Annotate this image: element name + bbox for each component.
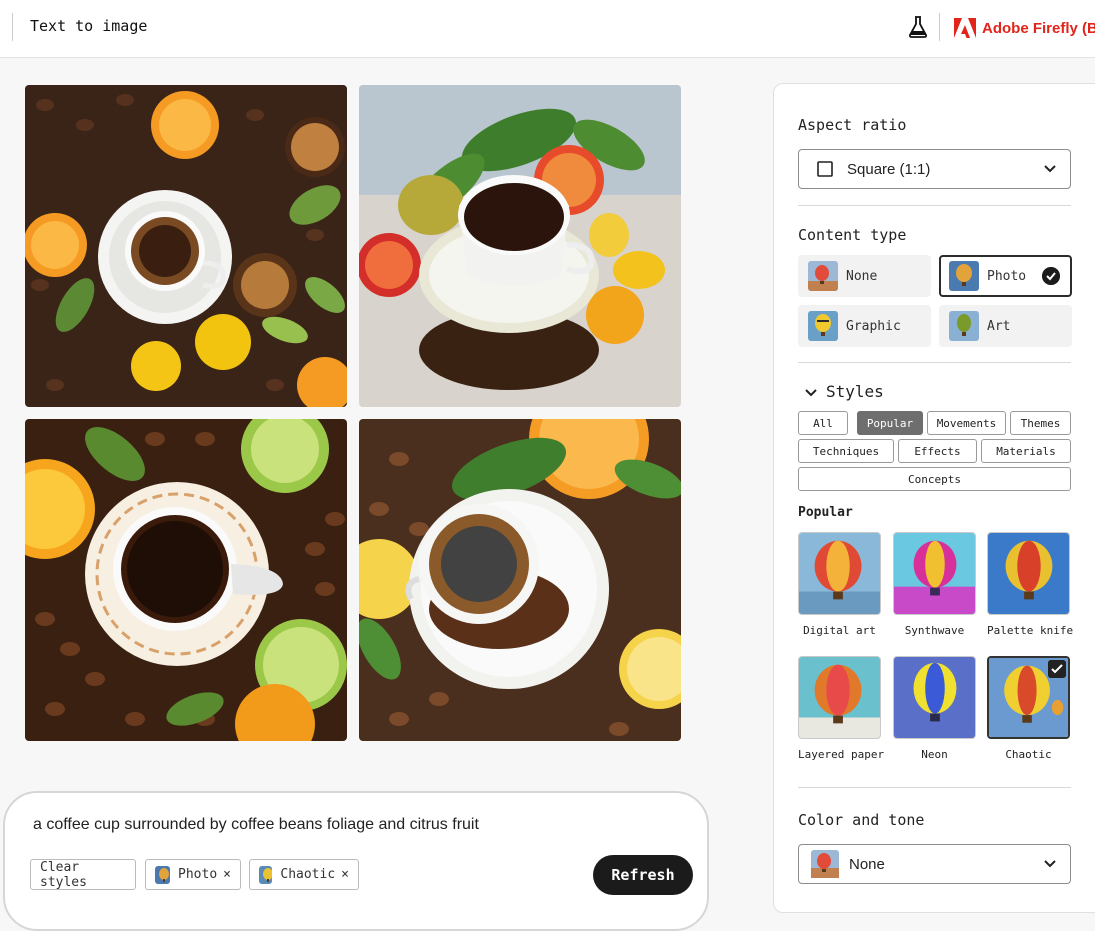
top-bar: Text to image Adobe Firefly (Be [0, 0, 1095, 58]
divider [798, 362, 1071, 363]
divider [12, 13, 13, 41]
style-layered-paper[interactable]: Layered paper [798, 656, 885, 761]
filter-movements[interactable]: Movements [927, 411, 1006, 435]
square-icon [817, 161, 833, 177]
balloon-thumbnail-icon [987, 532, 1070, 615]
tile-label: Neon [921, 748, 948, 761]
page-title: Text to image [30, 17, 148, 35]
filter-all[interactable]: All [798, 411, 848, 435]
balloon-thumbnail-icon [949, 311, 979, 341]
style-digital-art[interactable]: Digital art [798, 532, 881, 637]
style-neon[interactable]: Neon [893, 656, 976, 761]
divider [798, 787, 1071, 788]
close-icon[interactable]: × [341, 867, 349, 882]
option-label: Graphic [846, 318, 901, 334]
option-label: Art [987, 318, 1011, 334]
balloon-thumbnail-icon [155, 865, 171, 884]
dropdown-value: Square (1:1) [847, 160, 931, 178]
balloon-thumbnail-icon [798, 532, 881, 615]
brand[interactable]: Adobe Firefly (Be [954, 17, 1095, 39]
color-tone-label: Color and tone [798, 811, 925, 829]
balloon-thumbnail-icon [949, 261, 979, 291]
chevron-down-icon [805, 388, 817, 396]
popular-label: Popular [798, 505, 853, 520]
balloon-thumbnail-icon [893, 656, 976, 739]
balloon-thumbnail-icon [811, 850, 839, 878]
adobe-logo-icon [954, 18, 976, 38]
chevron-down-icon [1044, 165, 1056, 173]
tile-label: Synthwave [904, 624, 965, 637]
generated-image-1[interactable] [25, 85, 347, 407]
chip-label: Clear styles [40, 859, 87, 890]
style-chaotic[interactable]: Chaotic [987, 656, 1070, 761]
option-label: Photo [987, 268, 1027, 284]
close-icon[interactable]: × [223, 867, 231, 882]
check-icon [1048, 660, 1066, 678]
aspect-ratio-dropdown[interactable]: Square (1:1) [798, 149, 1071, 189]
balloon-thumbnail-icon [808, 311, 838, 341]
prompt-box[interactable]: a coffee cup surrounded by coffee beans … [3, 791, 709, 931]
balloon-thumbnail-icon [808, 261, 838, 291]
flask-icon[interactable] [908, 16, 928, 38]
tile-label: Layered paper [798, 748, 885, 761]
filter-techniques[interactable]: Techniques [798, 439, 894, 463]
chip-label: Photo [178, 867, 218, 882]
tile-label: Palette knife [987, 624, 1074, 637]
style-synthwave[interactable]: Synthwave [893, 532, 976, 637]
option-label: None [846, 268, 878, 284]
content-type-photo[interactable]: Photo [939, 255, 1072, 297]
content-type-label: Content type [798, 226, 907, 244]
generated-image-2[interactable] [359, 85, 681, 407]
content-type-graphic[interactable]: Graphic [798, 305, 931, 347]
generated-image-4[interactable] [359, 419, 681, 741]
content-type-art[interactable]: Art [939, 305, 1072, 347]
prompt-input[interactable]: a coffee cup surrounded by coffee beans … [33, 816, 479, 834]
chaotic-chip[interactable]: Chaotic × [249, 859, 359, 890]
balloon-thumbnail-icon [259, 865, 273, 884]
generated-image-3[interactable] [25, 419, 347, 741]
settings-panel: Aspect ratio Square (1:1) Content type N… [773, 83, 1095, 913]
refresh-button[interactable]: Refresh [593, 855, 693, 895]
chip-label: Chaotic [280, 867, 336, 882]
color-tone-dropdown[interactable]: None [798, 844, 1071, 884]
divider [939, 13, 940, 41]
balloon-thumbnail-icon [893, 532, 976, 615]
filter-themes[interactable]: Themes [1010, 411, 1071, 435]
photo-chip[interactable]: Photo × [145, 859, 241, 890]
filter-popular[interactable]: Popular [857, 411, 923, 435]
dropdown-value: None [849, 855, 885, 873]
divider [798, 205, 1071, 206]
check-icon [1042, 267, 1060, 285]
aspect-ratio-label: Aspect ratio [798, 116, 907, 134]
filter-effects[interactable]: Effects [898, 439, 977, 463]
styles-toggle[interactable]: Styles [804, 382, 884, 401]
styles-label: Styles [826, 382, 884, 401]
content-type-none[interactable]: None [798, 255, 931, 297]
style-palette-knife[interactable]: Palette knife [987, 532, 1074, 637]
chevron-down-icon [1044, 860, 1056, 868]
tile-label: Chaotic [1005, 748, 1052, 761]
brand-name: Adobe Firefly (Be [982, 19, 1095, 37]
filter-concepts[interactable]: Concepts [798, 467, 1071, 491]
balloon-thumbnail-icon [798, 656, 881, 739]
filter-materials[interactable]: Materials [981, 439, 1071, 463]
clear-styles-button[interactable]: Clear styles [30, 859, 136, 890]
tile-label: Digital art [803, 624, 876, 637]
